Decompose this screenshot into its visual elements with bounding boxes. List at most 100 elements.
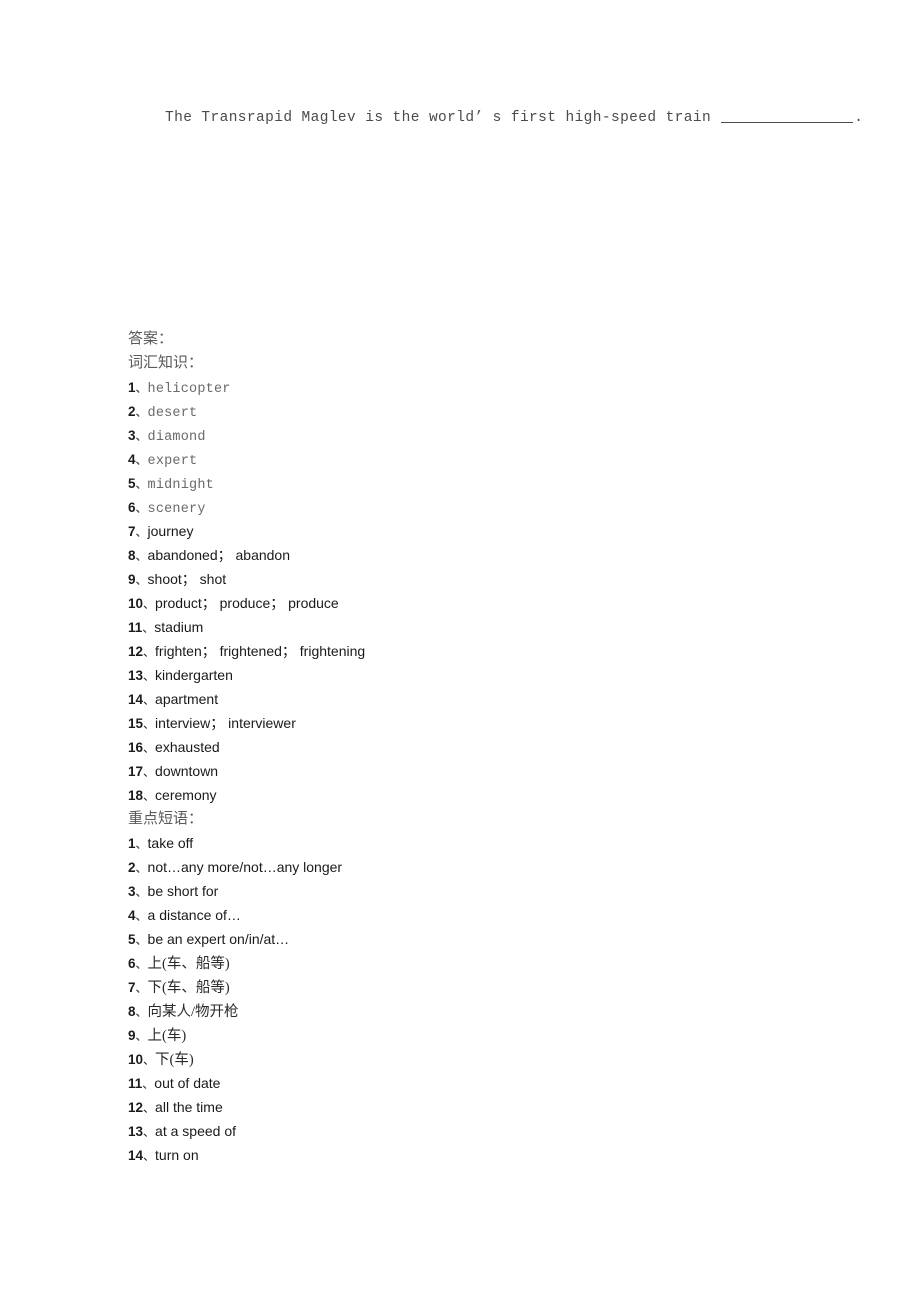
answer-item: 11、stadium xyxy=(128,615,828,639)
answer-item-number: 12 xyxy=(128,1100,144,1115)
answer-item-number: 16 xyxy=(128,740,144,755)
answer-item-text: turn on xyxy=(155,1147,199,1163)
answer-item: 6、上(车、船等) xyxy=(128,951,828,975)
answer-item-text: expert xyxy=(147,454,198,469)
answer-item-separator: 、 xyxy=(135,549,148,563)
answer-item-separator: 、 xyxy=(135,837,148,851)
answer-item: 18、ceremony xyxy=(128,783,828,807)
answer-item: 1、helicopter xyxy=(128,375,828,399)
answer-item-text: apartment xyxy=(155,691,219,707)
answer-item-number: 5 xyxy=(128,932,136,947)
answer-item-text: not…any more/not…any longer xyxy=(147,859,343,875)
answer-item-text: product； produce； produce xyxy=(155,595,339,611)
answer-item-number: 8 xyxy=(128,548,136,563)
question-line: The Transrapid Maglev is the world’ s fi… xyxy=(165,110,863,126)
answer-item-text: 上(车、船等) xyxy=(147,956,230,972)
answer-item-number: 7 xyxy=(128,524,136,539)
answer-item-separator: 、 xyxy=(143,669,156,683)
answer-item-separator: 、 xyxy=(135,933,148,947)
answer-item: 13、kindergarten xyxy=(128,663,828,687)
answer-item-separator: 、 xyxy=(143,1053,156,1067)
answer-item-number: 8 xyxy=(128,1004,136,1019)
answer-item-separator: 、 xyxy=(135,1005,148,1019)
answer-item-separator: 、 xyxy=(135,909,148,923)
answer-item: 3、be short for xyxy=(128,879,828,903)
answer-key-sections: 词汇知识： 1、helicopter 2、desert 3、diamond 4、expe… xyxy=(128,351,828,1167)
answer-item-separator: 、 xyxy=(143,789,156,803)
answer-item-text: be an expert on/in/at… xyxy=(147,931,290,947)
answer-item-text: scenery xyxy=(147,502,206,517)
answer-item-text: 向某人/物开枪 xyxy=(147,1004,239,1020)
answer-item-separator: 、 xyxy=(143,717,156,731)
answer-item-text: interview； interviewer xyxy=(155,715,296,731)
answer-item-number: 15 xyxy=(128,716,144,731)
answer-item: 4、a distance of… xyxy=(128,903,828,927)
answer-item-number: 1 xyxy=(128,380,136,395)
answer-item-text: abandoned； abandon xyxy=(147,547,290,563)
answer-item-separator: 、 xyxy=(143,1101,156,1115)
answer-item-number: 10 xyxy=(128,1052,144,1067)
answer-item-separator: 、 xyxy=(143,1125,156,1139)
answer-item-text: desert xyxy=(147,406,198,421)
answer-item-number: 17 xyxy=(128,764,144,779)
answer-item-text: journey xyxy=(147,523,194,539)
answer-item-number: 10 xyxy=(128,596,144,611)
answer-item-number: 7 xyxy=(128,980,136,995)
answer-item-separator: 、 xyxy=(135,405,148,419)
answer-item-text: exhausted xyxy=(155,739,220,755)
answer-item: 6、scenery xyxy=(128,495,828,519)
answer-blank-rule xyxy=(721,122,854,123)
answer-item: 5、be an expert on/in/at… xyxy=(128,927,828,951)
answer-item-separator: 、 xyxy=(142,1077,155,1091)
answer-item: 14、turn on xyxy=(128,1143,828,1167)
answer-item-text: downtown xyxy=(155,763,219,779)
answer-item-number: 4 xyxy=(128,908,136,923)
answer-item: 12、all the time xyxy=(128,1095,828,1119)
answer-item: 4、expert xyxy=(128,447,828,471)
answer-item-separator: 、 xyxy=(142,621,155,635)
answer-item: 17、downtown xyxy=(128,759,828,783)
answer-item-number: 6 xyxy=(128,956,136,971)
answer-item-separator: 、 xyxy=(135,861,148,875)
answer-item: 1、take off xyxy=(128,831,828,855)
answer-item: 8、向某人/物开枪 xyxy=(128,999,828,1023)
answer-item-text: all the time xyxy=(155,1099,223,1115)
answer-item-number: 14 xyxy=(128,1148,144,1163)
answer-item: 14、apartment xyxy=(128,687,828,711)
answer-item-number: 6 xyxy=(128,500,136,515)
section-heading: 词汇知识： xyxy=(128,355,204,371)
answer-item-text: kindergarten xyxy=(155,667,233,683)
answer-item: 13、at a speed of xyxy=(128,1119,828,1143)
question-text-before-blank: The Transrapid Maglev is the world’ s fi… xyxy=(165,110,721,126)
answer-item-text: midnight xyxy=(147,478,214,493)
answer-item-text: 下(车、船等) xyxy=(147,980,230,996)
answer-item-separator: 、 xyxy=(143,597,156,611)
section-heading: 重点短语： xyxy=(128,811,204,827)
answer-item: 2、desert xyxy=(128,399,828,423)
answer-item-number: 12 xyxy=(128,644,144,659)
answer-item: 15、interview； interviewer xyxy=(128,711,828,735)
answer-item-separator: 、 xyxy=(135,429,148,443)
answer-item: 11、out of date xyxy=(128,1071,828,1095)
answer-key-heading: 答案： xyxy=(128,331,174,347)
answer-item: 7、journey xyxy=(128,519,828,543)
answer-item-number: 9 xyxy=(128,572,136,587)
answer-item-separator: 、 xyxy=(143,645,156,659)
answer-item-text: a distance of… xyxy=(147,907,241,923)
answer-item-number: 13 xyxy=(128,1124,144,1139)
answer-item-number: 5 xyxy=(128,476,136,491)
answer-item-separator: 、 xyxy=(135,501,148,515)
answer-item-separator: 、 xyxy=(135,477,148,491)
answer-item-separator: 、 xyxy=(143,741,156,755)
answer-item-separator: 、 xyxy=(135,981,148,995)
answer-item-number: 2 xyxy=(128,860,136,875)
answer-item: 2、not…any more/not…any longer xyxy=(128,855,828,879)
answer-item-separator: 、 xyxy=(135,1029,148,1043)
answer-item-separator: 、 xyxy=(135,525,148,539)
answer-item-number: 11 xyxy=(128,1076,143,1091)
answer-item: 10、下(车) xyxy=(128,1047,828,1071)
answer-item-separator: 、 xyxy=(135,957,148,971)
answer-item-number: 18 xyxy=(128,788,144,803)
question-text-after-blank: . xyxy=(854,110,864,126)
answer-item-text: shoot； shot xyxy=(147,571,227,587)
